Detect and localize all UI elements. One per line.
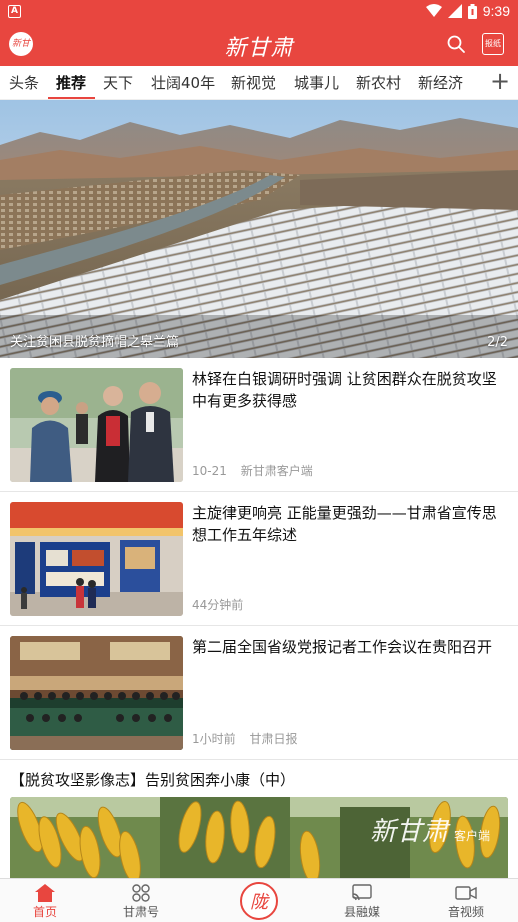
news-meta: 1小时前 甘肃日报 (192, 730, 297, 747)
status-bar: A 9:39 (0, 0, 518, 24)
wifi-icon (425, 4, 442, 17)
app-bar: 新甘肃 新甘肃 报纸 (0, 24, 518, 73)
status-time: 9:39 (482, 3, 510, 19)
tab-tianxia[interactable]: 天下 (103, 72, 133, 93)
add-channel-icon[interactable]: + (488, 67, 512, 95)
status-icons: 9:39 (425, 3, 510, 19)
hero-caption: 关注贫困县脱贫摘帽之皋兰篇 (10, 335, 180, 350)
nav-home[interactable]: 首页 (5, 881, 85, 920)
news-list-item[interactable]: 主旋律更响亮 正能量更强劲——甘肃省宣传思想工作五年综述 44分钟前 (0, 492, 518, 626)
tab-40-years[interactable]: 壮阔40年 (151, 72, 215, 93)
nav-center-logo[interactable]: 陇 (239, 881, 279, 921)
news-list-item[interactable]: 第二届全国省级党报记者工作会议在贵阳召开 1小时前 甘肃日报 (0, 626, 518, 760)
news-list-item[interactable]: 林铎在白银调研时强调 让贫困群众在脱贫攻坚中有更多获得感 10-21 新甘肃客户… (0, 358, 518, 492)
nav-gansu-hao[interactable]: 甘肃号 (101, 881, 181, 920)
warning-icon: A (8, 5, 21, 18)
cast-icon (352, 884, 372, 901)
news-meta: 10-21 新甘肃客户端 (192, 462, 313, 479)
news-thumbnail (10, 636, 183, 750)
news-source: 甘肃日报 (249, 732, 298, 746)
hero-page-counter: 2/2 (487, 335, 508, 350)
news-title: 第二届全国省级党报记者工作会议在贵阳召开 (192, 638, 493, 656)
bottom-nav: 首页 甘肃号 陇 县融媒 音视频 (0, 878, 518, 922)
channel-tabs: 头条 推荐 天下 壮阔40年 新视觉 城事儿 新农村 新经济 + (0, 66, 518, 100)
grid-icon (132, 884, 150, 902)
nav-video-label: 音视频 (447, 905, 484, 919)
tab-tuijian[interactable]: 推荐 (56, 72, 86, 93)
active-tab-indicator (48, 97, 95, 99)
tab-new-vision[interactable]: 新视觉 (231, 72, 276, 93)
hero-carousel[interactable]: 关注贫困县脱贫摘帽之皋兰篇 2/2 (0, 100, 518, 358)
video-icon (455, 886, 477, 900)
signal-icon (447, 4, 462, 18)
news-title: 林铎在白银调研时强调 让贫困群众在脱贫攻坚中有更多获得感 (192, 370, 497, 410)
tab-new-village[interactable]: 新农村 (356, 72, 401, 93)
watermark-subtext: 客户端 (453, 829, 490, 843)
nav-county-media[interactable]: 县融媒 (322, 881, 402, 920)
news-source: 新甘肃客户端 (240, 464, 313, 478)
news-title: 主旋律更响亮 正能量更强劲——甘肃省宣传思想工作五年综述 (192, 504, 497, 544)
newspaper-icon[interactable]: 报纸 (482, 33, 504, 55)
nav-county-media-label: 县融媒 (343, 905, 380, 919)
center-logo-text: 陇 (250, 892, 270, 913)
hero-image (0, 100, 518, 358)
news-date: 44分钟前 (192, 598, 244, 612)
watermark-text: 新甘肃 (369, 817, 448, 847)
center-logo-icon: 陇 (240, 882, 278, 920)
news-date: 10-21 (192, 464, 227, 478)
nav-video[interactable]: 音视频 (426, 881, 506, 920)
news-date: 1小时前 (192, 732, 236, 746)
app-brand-title: 新甘肃 (224, 36, 294, 61)
news-thumbnail (10, 368, 183, 482)
news-meta: 44分钟前 (192, 596, 243, 613)
gallery-image[interactable]: 新甘肃 客户端 (10, 797, 508, 883)
tab-city[interactable]: 城事儿 (294, 72, 339, 93)
search-icon[interactable] (446, 34, 466, 54)
home-icon (35, 884, 55, 902)
news-thumbnail (10, 502, 183, 616)
watermark-logo: 新甘肃 客户端 (370, 811, 490, 848)
tab-toutiao[interactable]: 头条 (9, 72, 39, 93)
nav-home-label: 首页 (32, 905, 57, 919)
battery-icon (467, 3, 477, 19)
tab-new-economy[interactable]: 新经济 (418, 72, 463, 93)
gallery-title[interactable]: 【脱贫攻坚影像志】告别贫困奔小康（中） (10, 769, 295, 790)
nav-gansu-hao-label: 甘肃号 (122, 905, 159, 919)
